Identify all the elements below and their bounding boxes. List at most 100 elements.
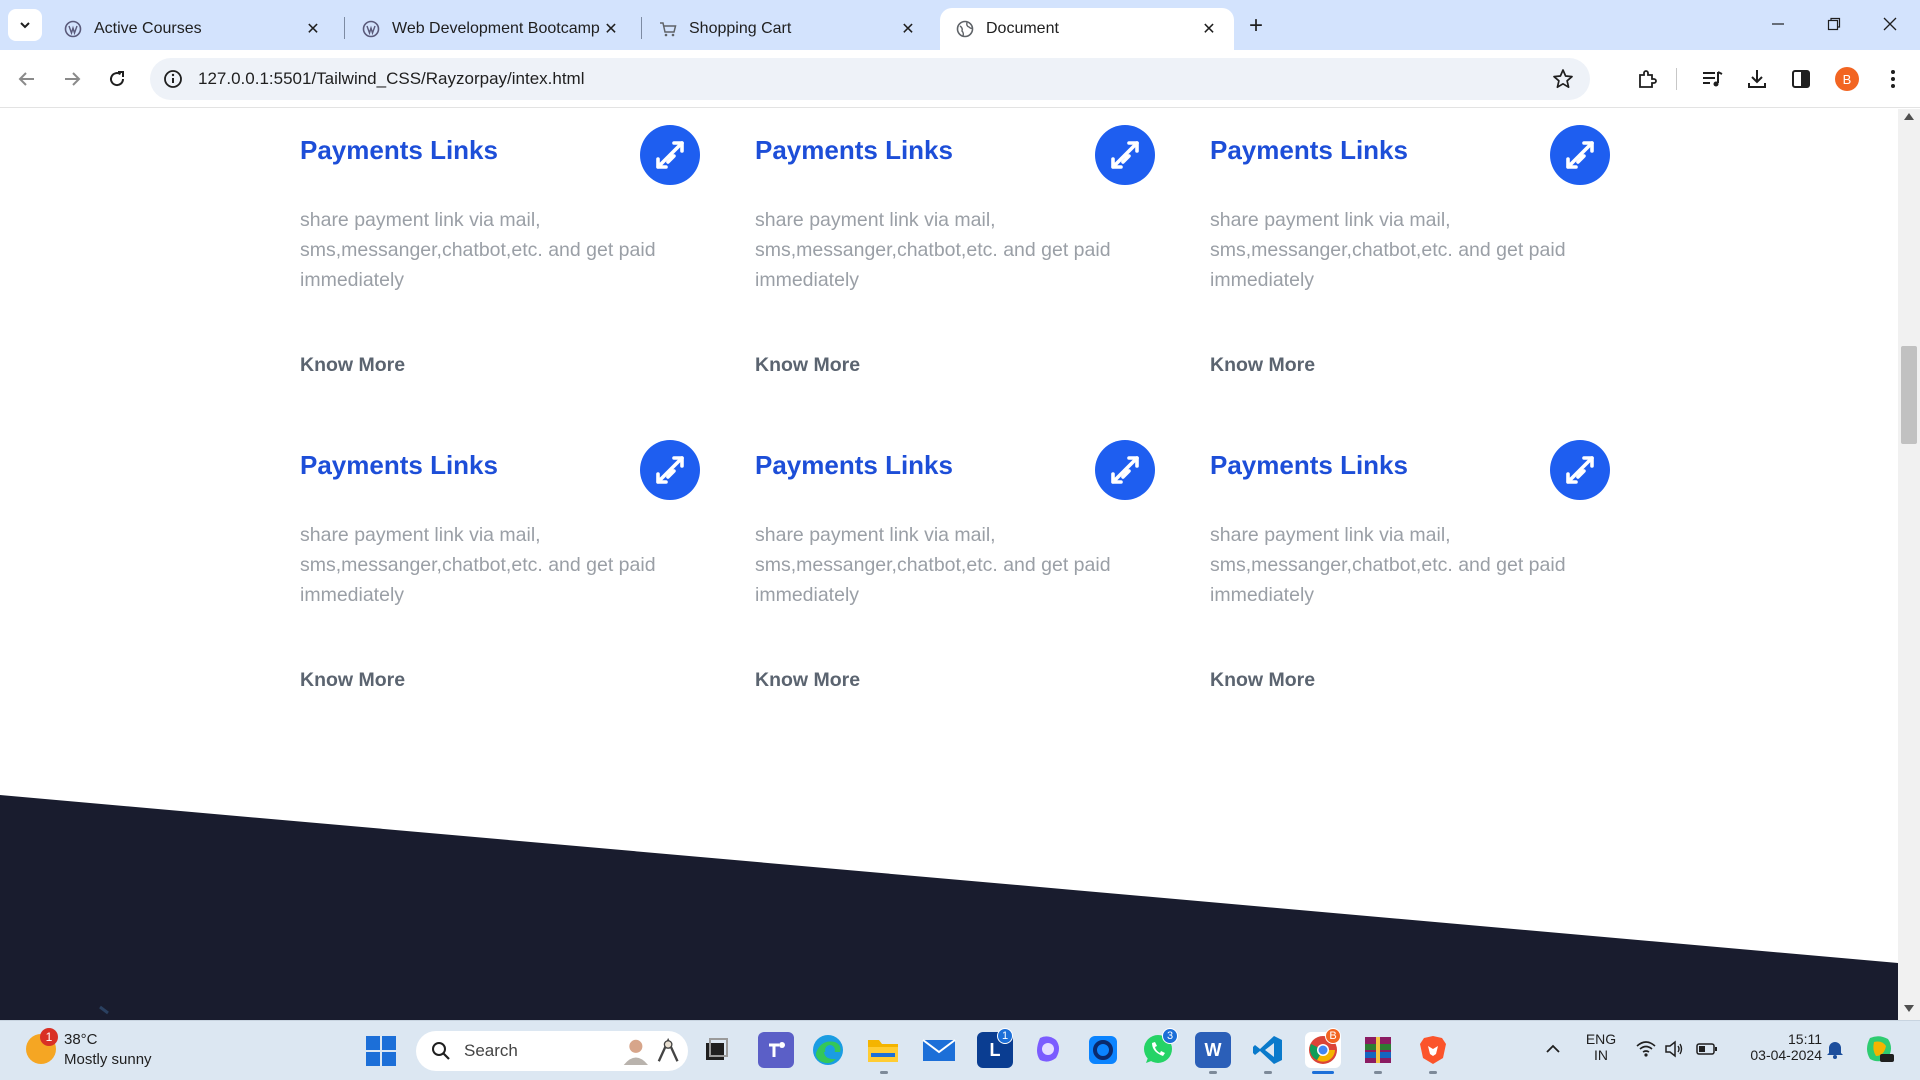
- close-icon: [1883, 17, 1897, 31]
- page-viewport: Payments Links share payment link via ma…: [0, 109, 1898, 1020]
- tab-web-development-bootcamp[interactable]: Web Development Bootcamp [ ✕: [346, 8, 636, 50]
- profile-avatar[interactable]: B: [1835, 67, 1859, 91]
- language-code: ENG: [1585, 1031, 1617, 1047]
- wordpress-like-icon: [362, 20, 380, 38]
- minimize-icon: [1772, 23, 1784, 25]
- chevron-up-icon[interactable]: [1544, 1040, 1562, 1058]
- tab-document[interactable]: Document ✕: [940, 8, 1234, 50]
- taskbar-search[interactable]: Search: [416, 1031, 688, 1071]
- clock-date: 03-04-2024: [1750, 1047, 1822, 1063]
- brave-icon[interactable]: [1415, 1032, 1451, 1068]
- language-indicator[interactable]: ENG IN: [1580, 1031, 1622, 1063]
- battery-icon[interactable]: [1696, 1042, 1718, 1056]
- task-view-icon[interactable]: [698, 1032, 734, 1068]
- notification-badge: 1: [997, 1028, 1013, 1044]
- edge-icon[interactable]: [810, 1032, 846, 1068]
- weather-badge: 1: [40, 1028, 58, 1046]
- payment-link-arrows-icon: [640, 440, 700, 500]
- close-tab-icon[interactable]: ✕: [1198, 18, 1220, 40]
- volume-icon[interactable]: [1664, 1040, 1684, 1058]
- tab-search-button[interactable]: [8, 9, 42, 41]
- app-letter: L: [989, 1039, 1001, 1060]
- tab-strip: Active Courses ✕ Web Development Bootcam…: [0, 0, 1920, 50]
- side-panel-icon[interactable]: [1788, 66, 1814, 92]
- vscode-icon[interactable]: [1250, 1032, 1286, 1068]
- scroll-up-arrow-icon[interactable]: [1904, 113, 1914, 120]
- search-icon: [430, 1040, 452, 1062]
- tab-active-courses[interactable]: Active Courses ✕: [48, 8, 338, 50]
- page-scrollbar[interactable]: [1898, 109, 1920, 1020]
- know-more-link[interactable]: Know More: [755, 354, 860, 377]
- know-more-link[interactable]: Know More: [1210, 354, 1315, 377]
- cortana-like-icon[interactable]: [1085, 1032, 1121, 1068]
- tab-separator: [641, 17, 642, 39]
- mail-icon[interactable]: [921, 1032, 957, 1068]
- start-button[interactable]: [366, 1036, 396, 1066]
- active-app-indicator: [1312, 1071, 1334, 1074]
- tab-shopping-cart[interactable]: Shopping Cart ✕: [643, 8, 933, 50]
- running-indicator: [1429, 1071, 1437, 1074]
- scroll-down-arrow-icon[interactable]: [1904, 1005, 1914, 1012]
- back-button[interactable]: [10, 62, 44, 96]
- card-title: Payments Links: [1210, 135, 1408, 165]
- search-placeholder: Search: [464, 1041, 518, 1060]
- payment-link-card: Payments Links share payment link via ma…: [300, 109, 702, 379]
- extensions-icon[interactable]: [1634, 66, 1660, 92]
- scrollbar-thumb[interactable]: [1901, 346, 1917, 444]
- bookmark-star-icon[interactable]: [1552, 68, 1574, 90]
- file-explorer-icon[interactable]: [865, 1032, 901, 1068]
- weather-temperature[interactable]: 38°C: [64, 1031, 98, 1048]
- payment-link-arrows-icon: [1550, 125, 1610, 185]
- payment-link-card: Payments Links share payment link via ma…: [1210, 424, 1612, 694]
- copilot-preview-icon[interactable]: [1864, 1034, 1894, 1064]
- app-letter: W: [1204, 1039, 1222, 1060]
- new-tab-button[interactable]: +: [1242, 12, 1270, 40]
- minimize-button[interactable]: [1750, 0, 1806, 48]
- clock[interactable]: 15:11 03-04-2024: [1730, 1031, 1822, 1063]
- windows-logo-tile: [366, 1036, 380, 1050]
- word-icon[interactable]: W: [1195, 1032, 1231, 1068]
- know-more-link[interactable]: Know More: [1210, 669, 1315, 692]
- card-description: share payment link via mail, sms,messang…: [755, 524, 1111, 606]
- tab-title: Document: [986, 20, 1059, 37]
- region-code: IN: [1594, 1047, 1608, 1063]
- address-bar[interactable]: 127.0.0.1:5501/Tailwind_CSS/Rayzorpay/in…: [150, 58, 1590, 100]
- payment-link-arrows-icon: [640, 125, 700, 185]
- close-tab-icon[interactable]: ✕: [897, 18, 919, 40]
- media-control-icon[interactable]: [1699, 66, 1725, 92]
- downloads-icon[interactable]: [1744, 66, 1770, 92]
- windows-logo-tile: [382, 1052, 396, 1066]
- know-more-link[interactable]: Know More: [755, 669, 860, 692]
- globe-icon: [956, 20, 974, 38]
- menu-kebab-icon[interactable]: [1880, 66, 1906, 92]
- url-text[interactable]: 127.0.0.1:5501/Tailwind_CSS/Rayzorpay/in…: [198, 69, 585, 89]
- winrar-icon[interactable]: [1360, 1032, 1396, 1068]
- reload-button[interactable]: [100, 62, 134, 96]
- card-description: share payment link via mail, sms,messang…: [300, 209, 656, 291]
- card-description: share payment link via mail, sms,messang…: [1210, 524, 1566, 606]
- restore-button[interactable]: [1806, 0, 1862, 48]
- know-more-link[interactable]: Know More: [300, 354, 405, 377]
- copilot-icon[interactable]: [1030, 1032, 1066, 1068]
- payment-link-card: Payments Links share payment link via ma…: [755, 109, 1157, 379]
- card-title: Payments Links: [755, 450, 953, 480]
- know-more-link[interactable]: Know More: [300, 669, 405, 692]
- running-indicator: [1209, 1071, 1217, 1074]
- close-tab-icon[interactable]: ✕: [302, 18, 324, 40]
- forward-button[interactable]: [55, 62, 89, 96]
- windows-logo-tile: [366, 1052, 380, 1066]
- windows-taskbar: [0, 1020, 1920, 1080]
- arrow-right-icon: [65, 72, 81, 86]
- teams-icon[interactable]: [758, 1032, 794, 1068]
- browser-toolbar: 127.0.0.1:5501/Tailwind_CSS/Rayzorpay/in…: [0, 50, 1920, 108]
- site-info-icon[interactable]: [162, 68, 184, 90]
- close-tab-icon[interactable]: ✕: [600, 18, 622, 40]
- card-title: Payments Links: [300, 135, 498, 165]
- weather-condition[interactable]: Mostly sunny: [64, 1051, 152, 1068]
- clock-time: 15:11: [1788, 1031, 1822, 1047]
- wifi-icon[interactable]: [1636, 1040, 1656, 1058]
- reload-icon: [110, 71, 125, 87]
- close-window-button[interactable]: [1862, 0, 1918, 48]
- notification-bell-icon[interactable]: [1826, 1039, 1844, 1059]
- payment-link-arrows-icon: [1550, 440, 1610, 500]
